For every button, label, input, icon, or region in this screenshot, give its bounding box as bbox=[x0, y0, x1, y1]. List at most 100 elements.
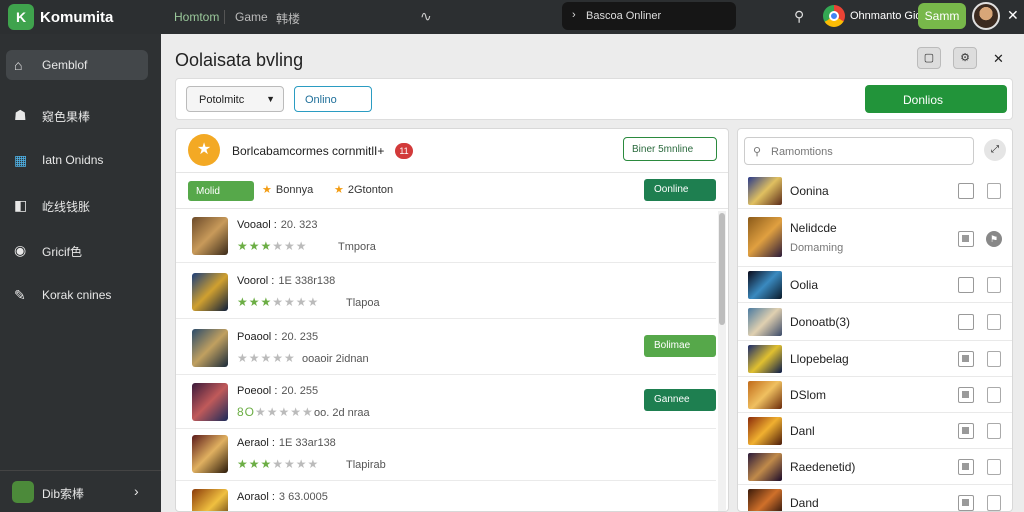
game-thumbnail bbox=[748, 308, 782, 336]
footer-label: Dib索棒 bbox=[42, 487, 85, 501]
item-name: Donoatb(3) bbox=[790, 315, 851, 329]
flag-icon[interactable] bbox=[987, 459, 1001, 475]
scrollbar[interactable] bbox=[718, 211, 726, 511]
list-item[interactable]: DSlom bbox=[738, 377, 1012, 413]
game-thumbnail bbox=[192, 383, 228, 421]
list-item[interactable]: Nelidcde Domaming ⚑ bbox=[738, 209, 1012, 267]
tab-label: Bonnya bbox=[275, 184, 314, 196]
chevron-down-icon: ▼ bbox=[266, 94, 275, 104]
panel-title: Borlcabamcormes cornmitl bbox=[232, 144, 375, 158]
app-logo[interactable]: K bbox=[8, 4, 34, 30]
item-checkbox[interactable] bbox=[958, 351, 974, 367]
header-action-label: Oonline bbox=[654, 184, 689, 195]
close-icon[interactable]: ✕ bbox=[1007, 7, 1019, 24]
sidebar-item-3[interactable]: ▦ Iatn Onidns bbox=[6, 145, 148, 175]
row-name: Voorol :1E 338r138 bbox=[237, 275, 336, 287]
sidebar-item-2[interactable]: ☗ 窥色果棒 bbox=[6, 100, 148, 130]
row-action-button[interactable]: Gannee bbox=[644, 389, 716, 411]
item-checkbox[interactable] bbox=[958, 459, 974, 475]
item-checkbox[interactable] bbox=[958, 387, 974, 403]
games-search-input[interactable]: ⚲ Ramomtions bbox=[744, 137, 974, 165]
list-item[interactable]: Oonina bbox=[738, 173, 1012, 209]
top-search-text: Bascoa Onliner bbox=[586, 10, 662, 22]
flag-icon[interactable] bbox=[987, 495, 1001, 511]
outline-button[interactable]: Biner 5mnline bbox=[623, 137, 717, 161]
rating-stars: ★★★★★★★ bbox=[237, 295, 320, 309]
flag-icon[interactable] bbox=[987, 351, 1001, 367]
flag-icon[interactable] bbox=[987, 387, 1001, 403]
game-thumbnail bbox=[748, 271, 782, 299]
item-name: Danl bbox=[790, 424, 815, 438]
item-checkbox[interactable] bbox=[958, 231, 974, 247]
flag-icon[interactable] bbox=[987, 314, 1001, 330]
flag-icon[interactable] bbox=[987, 423, 1001, 439]
panel-close-icon[interactable]: ✕ bbox=[993, 51, 1004, 67]
expand-icon[interactable]: › bbox=[134, 483, 139, 499]
tab-game[interactable]: Game bbox=[235, 10, 268, 24]
game-thumbnail bbox=[748, 489, 782, 511]
top-search-box[interactable]: › Bascoa Onliner bbox=[562, 2, 736, 30]
tab-star-b[interactable]: ★ 2Gtonton bbox=[334, 183, 393, 196]
game-thumbnail bbox=[748, 345, 782, 373]
filter-icon[interactable]: ⤢ bbox=[984, 139, 1006, 161]
flag-icon[interactable] bbox=[987, 183, 1001, 199]
row-action-label: Gannee bbox=[654, 394, 690, 405]
header-action-button[interactable]: Oonline bbox=[644, 179, 716, 201]
list-item[interactable]: Donoatb(3) bbox=[738, 303, 1012, 341]
game-thumbnail bbox=[748, 177, 782, 205]
list-item[interactable]: Oolia bbox=[738, 267, 1012, 303]
item-checkbox[interactable] bbox=[958, 314, 974, 330]
list-item[interactable]: Danl bbox=[738, 413, 1012, 449]
filter-bar: Potolmitc ▼ Onlino Donlios bbox=[175, 78, 1013, 120]
list-item[interactable]: Aeraol :1E 33ar138 ★★★★★★★ Tlapirab bbox=[176, 427, 716, 481]
row-action-label: Bolimae bbox=[654, 340, 691, 351]
list-item[interactable]: Poaool :20. 235 ★★★★★ ooaoir 2idnan Boli… bbox=[176, 321, 716, 375]
flag-icon[interactable] bbox=[987, 277, 1001, 293]
info-icon[interactable]: ⚑ bbox=[986, 231, 1002, 247]
window-icon[interactable]: ▢ bbox=[917, 47, 941, 69]
row-name: Poeool :20. 255 bbox=[237, 385, 319, 397]
category-dropdown[interactable]: Potolmitc ▼ bbox=[186, 86, 284, 112]
item-checkbox[interactable] bbox=[958, 183, 974, 199]
list-item[interactable]: Llopebelag bbox=[738, 341, 1012, 377]
sidebar-item-gemblof[interactable]: ⌂ Gemblof bbox=[6, 50, 148, 80]
row-sub: Tmpora bbox=[338, 241, 376, 253]
item-checkbox[interactable] bbox=[958, 495, 974, 511]
tab-extra[interactable]: 韩楼 bbox=[276, 10, 300, 27]
item-checkbox[interactable] bbox=[958, 423, 974, 439]
sidebar-item-label: 屹线钱胀 bbox=[42, 200, 91, 214]
search-placeholder: Ramomtions bbox=[771, 146, 833, 158]
tab-home[interactable]: Homtom bbox=[174, 10, 219, 24]
filter-chip[interactable]: Molid bbox=[188, 181, 254, 201]
list-item[interactable]: Dand bbox=[738, 485, 1012, 511]
online-filter-button[interactable]: Onlino bbox=[294, 86, 372, 112]
browser-icon[interactable] bbox=[823, 5, 845, 27]
list-item[interactable]: Aoraol :3 63.0005 bbox=[176, 481, 716, 511]
tab-star-a[interactable]: ★ Bonnya bbox=[262, 183, 313, 196]
user-avatar[interactable] bbox=[972, 2, 1000, 30]
search-icon[interactable]: ⚲ bbox=[794, 8, 804, 25]
list-item[interactable]: Poeool :20. 255 8O★★★★★ oo. 2d nraa Gann… bbox=[176, 375, 716, 429]
sidebar-item-6[interactable]: ✎ Korak cnines bbox=[6, 280, 148, 310]
user-button[interactable]: Samm bbox=[918, 3, 966, 29]
row-name: Vooaol :20. 323 bbox=[237, 219, 318, 231]
item-checkbox[interactable] bbox=[958, 277, 974, 293]
home-icon: ⌂ bbox=[14, 57, 23, 73]
item-name: Llopebelag bbox=[790, 352, 849, 366]
scrollbar-thumb[interactable] bbox=[719, 213, 725, 325]
list-item[interactable]: Vooaol :20. 323 ★★★★★★ Tmpora bbox=[176, 209, 716, 263]
row-action-button[interactable]: Bolimae bbox=[644, 335, 716, 357]
sidebar-item-4[interactable]: ◧ 屹线钱胀 bbox=[6, 190, 148, 220]
game-thumbnail bbox=[192, 329, 228, 367]
list-item[interactable]: Raedenetid) bbox=[738, 449, 1012, 485]
sidebar-footer[interactable]: Dib索棒 › bbox=[0, 470, 161, 512]
activity-icon[interactable]: ∿ bbox=[420, 8, 432, 25]
count-badge: 11 bbox=[395, 143, 413, 159]
rating-stars: ★★★★★★ bbox=[237, 239, 308, 253]
list-item[interactable]: Voorol :1E 338r138 ★★★★★★★ Tlapoa bbox=[176, 265, 716, 319]
sidebar-item-label: Gricif色 bbox=[42, 245, 82, 259]
rating-stars: ★★★★★★★ bbox=[237, 457, 320, 471]
settings-icon[interactable]: ⚙ bbox=[953, 47, 977, 69]
sidebar-item-5[interactable]: ◉ Gricif色 bbox=[6, 235, 148, 265]
primary-action-button[interactable]: Donlios bbox=[865, 85, 1007, 113]
